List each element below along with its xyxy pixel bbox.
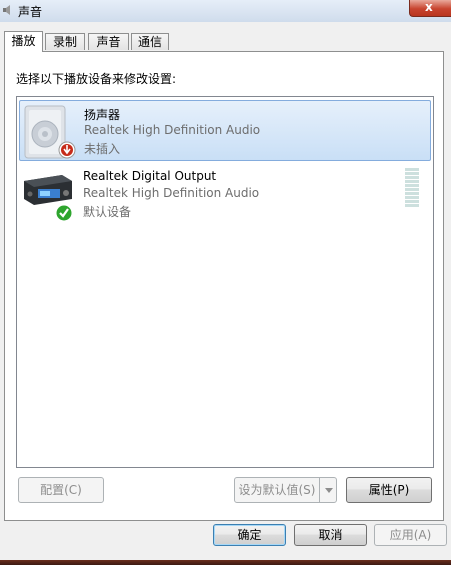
speaker-app-icon (3, 5, 10, 15)
tab-sounds[interactable]: 声音 (88, 33, 129, 50)
default-check-icon (55, 204, 73, 222)
chevron-down-icon (325, 488, 333, 493)
instruction-text: 选择以下播放设备来修改设置: (16, 72, 177, 86)
speaker-icon (24, 105, 76, 159)
volume-level-meter (405, 168, 421, 208)
playback-panel: 选择以下播放设备来修改设置: 扬声器 Realtek High Definiti… (4, 51, 444, 521)
device-item-speakers[interactable]: 扬声器 Realtek High Definition Audio 未插入 (19, 100, 431, 161)
ok-button[interactable]: 确定 (213, 524, 286, 546)
set-default-dropdown[interactable] (319, 477, 337, 503)
device-status: 默认设备 (83, 205, 132, 219)
device-name: 扬声器 (84, 108, 121, 122)
device-status: 未插入 (84, 142, 121, 156)
cancel-button[interactable]: 取消 (294, 524, 367, 546)
device-name: Realtek Digital Output (83, 169, 217, 183)
close-icon: x (425, 0, 433, 14)
tab-playback[interactable]: 播放 (4, 31, 43, 52)
device-driver: Realtek High Definition Audio (83, 186, 260, 200)
tab-recording[interactable]: 录制 (45, 33, 85, 50)
close-button[interactable]: x (409, 0, 451, 17)
desktop-strip (0, 560, 451, 565)
properties-button[interactable]: 属性(P) (346, 477, 432, 503)
window-title: 声音 (18, 5, 43, 19)
digital-output-icon (24, 175, 73, 222)
set-default-button[interactable]: 设为默认值(S) (234, 477, 320, 503)
configure-button[interactable]: 配置(C) (18, 477, 104, 503)
dialog-client: 播放 录制 声音 通信 选择以下播放设备来修改设置: 扬声器 Realtek H… (0, 22, 451, 560)
tab-communications[interactable]: 通信 (131, 33, 169, 50)
device-item-digital-output[interactable]: Realtek Digital Output Realtek High Defi… (19, 164, 431, 225)
device-driver: Realtek High Definition Audio (84, 123, 261, 137)
device-list[interactable]: 扬声器 Realtek High Definition Audio 未插入 Re… (16, 96, 434, 468)
apply-button[interactable]: 应用(A) (374, 524, 447, 546)
title-bar: 声音 x (0, 0, 451, 22)
unplugged-badge-icon (58, 141, 76, 159)
